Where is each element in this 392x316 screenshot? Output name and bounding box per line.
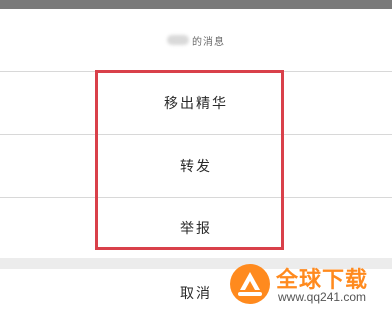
blurred-username [167,35,189,45]
remove-featured-button[interactable]: 移出精华 [0,72,392,134]
cancel-separator [0,258,392,269]
top-bar [0,0,392,9]
remove-featured-label: 移出精华 [164,96,228,112]
sheet-header: 的消息 [0,9,392,71]
forward-label: 转发 [180,159,212,175]
sheet-header-text: 的消息 [192,36,225,48]
report-label: 举报 [180,221,212,237]
forward-button[interactable]: 转发 [0,135,392,197]
report-button[interactable]: 举报 [0,198,392,258]
cancel-button[interactable]: 取消 [0,269,392,316]
cancel-label: 取消 [180,285,212,302]
action-sheet-screen: 的消息 移出精华 转发 举报 取消 全球下载 www.qq241.com [0,0,392,316]
